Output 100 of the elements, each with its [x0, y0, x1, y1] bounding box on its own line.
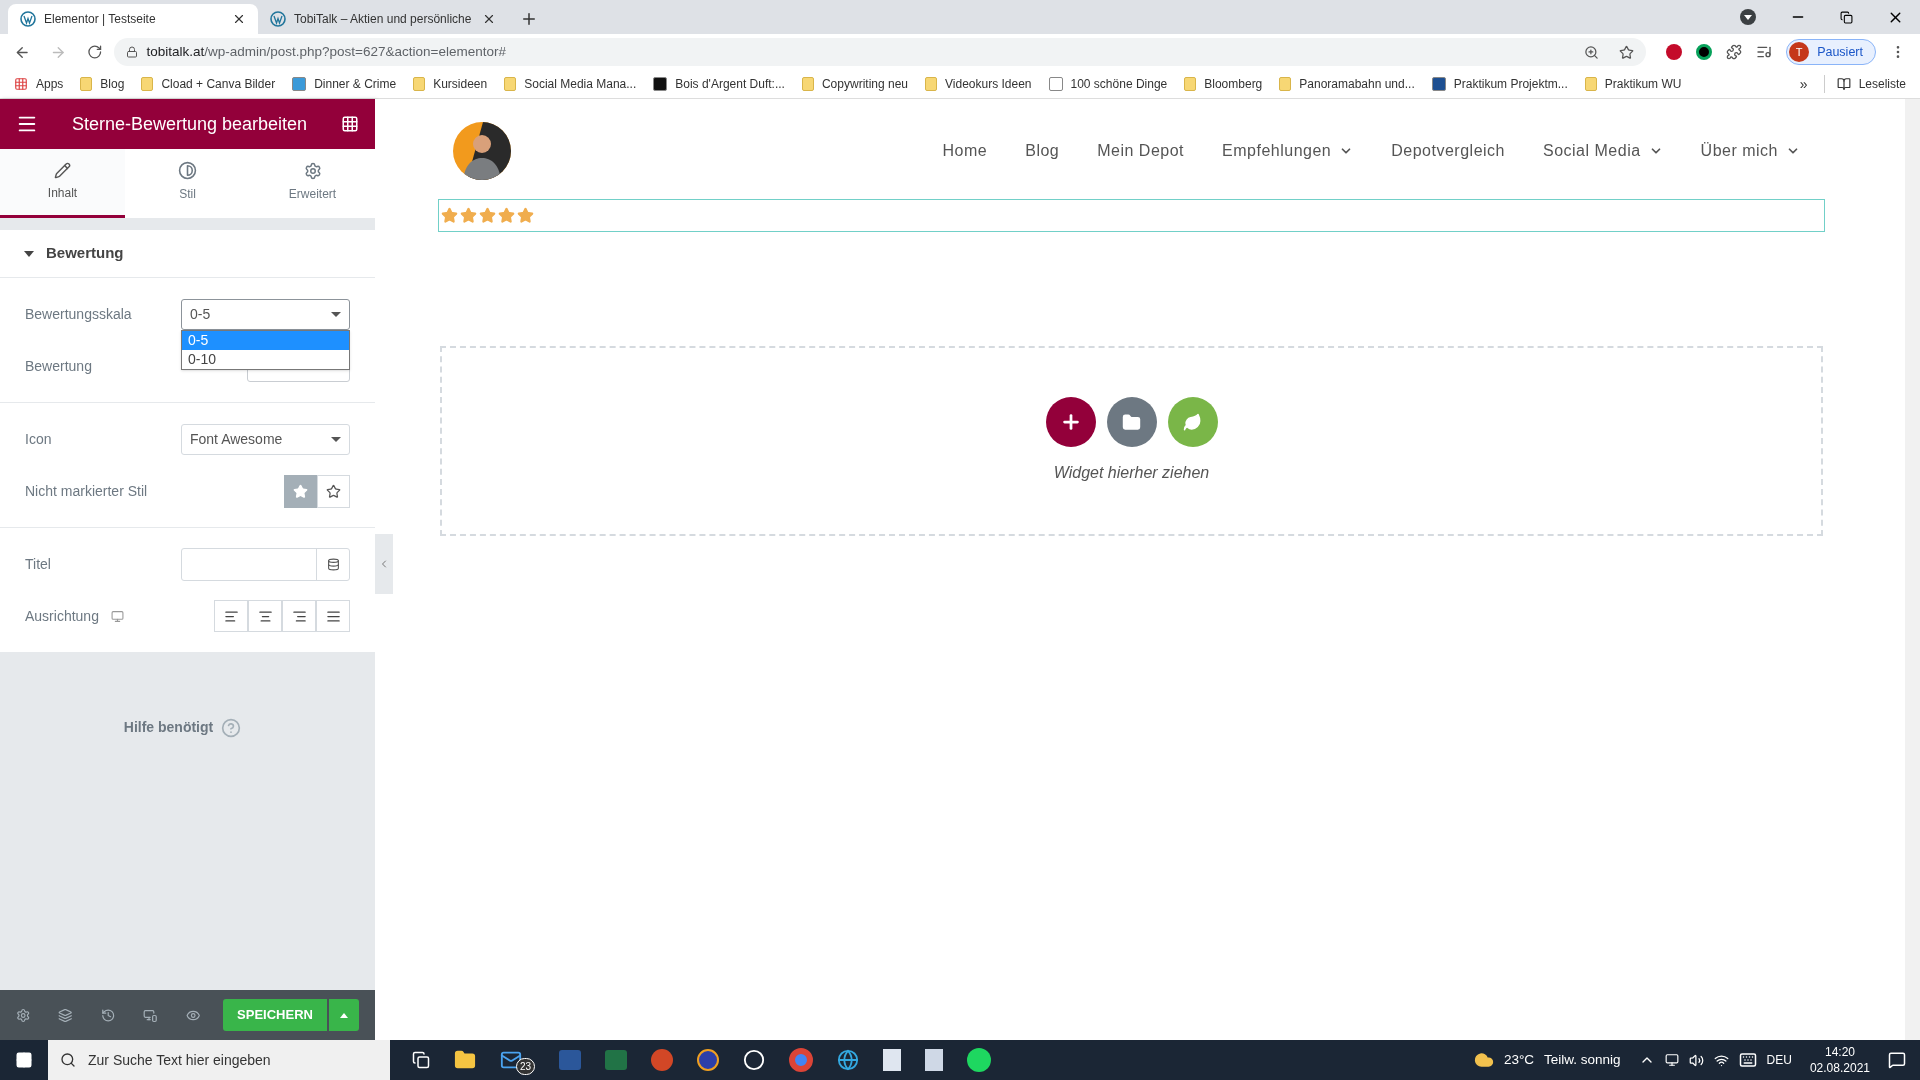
browser-tab[interactable]: Elementor | Testseite: [8, 4, 258, 34]
media-icon[interactable]: [1756, 44, 1773, 60]
profile-button[interactable]: T Pausiert: [1786, 39, 1876, 65]
clock-date: 02.08.2021: [1809, 1060, 1870, 1076]
folder-icon: [80, 77, 93, 91]
add-section-button[interactable]: [1045, 397, 1096, 447]
bookmark-item[interactable]: Cload + Canva Bilder: [141, 75, 276, 93]
bookmark-item[interactable]: Videokurs Ideen: [925, 75, 1032, 93]
language-indicator[interactable]: DEU: [1766, 1051, 1792, 1069]
close-tab-icon[interactable]: [232, 12, 246, 26]
reading-list-link[interactable]: Leseliste: [1858, 75, 1906, 93]
nav-link[interactable]: Social Media: [1543, 138, 1663, 163]
browser-tab[interactable]: TobiTalk – Aktien und persönliche: [258, 4, 508, 34]
folder-icon: [925, 77, 937, 91]
settings-icon[interactable]: [16, 1007, 31, 1023]
save-options-button[interactable]: [328, 999, 359, 1031]
nav-link[interactable]: Mein Depot: [1097, 138, 1185, 163]
bookmark-item[interactable]: Copywriting neu: [801, 75, 908, 93]
star-icon: [517, 207, 534, 224]
dynamic-tags-icon[interactable]: [326, 557, 340, 571]
avatar-initial: T: [1789, 42, 1810, 62]
bookmark-item[interactable]: Blog: [80, 75, 125, 93]
wordpress-icon: [20, 11, 36, 27]
panel-tab[interactable]: Erweitert: [250, 149, 375, 218]
reload-icon[interactable]: [86, 44, 103, 60]
more-bookmarks-icon[interactable]: »: [1799, 73, 1808, 95]
caret-icon: [24, 250, 34, 257]
wifi-icon[interactable]: [1713, 1052, 1729, 1068]
select-field[interactable]: Font Awesome: [181, 423, 350, 455]
bookmark-item[interactable]: Praktikum WU: [1584, 75, 1682, 93]
settings-icon: [303, 161, 322, 180]
drop-hint: Widget hierher ziehen: [1053, 463, 1210, 483]
control-label: Nicht markierter Stil: [25, 481, 148, 501]
keyboard-icon[interactable]: [1738, 1051, 1757, 1069]
close-tab-icon[interactable]: [482, 12, 496, 26]
bookmark-item[interactable]: Kursideen: [413, 75, 488, 93]
star-icon: [498, 207, 515, 224]
bookmark-star-icon[interactable]: [1619, 44, 1635, 60]
folder-icon: [801, 77, 814, 91]
nav-link[interactable]: Depotvergleich: [1391, 138, 1505, 163]
bookmark-item[interactable]: 100 schöne Dinge: [1048, 75, 1168, 93]
volume-icon[interactable]: [1688, 1052, 1704, 1068]
address-field[interactable]: tobitalk.at/wp-admin/post.php?post=627&action=elementor#: [114, 38, 1647, 66]
nav-link[interactable]: Über mich: [1700, 138, 1800, 163]
title-field[interactable]: [181, 547, 350, 581]
solid-star-button[interactable]: [284, 474, 317, 508]
outline-star-button[interactable]: [317, 474, 350, 508]
responsive-icon[interactable]: [143, 1007, 158, 1023]
apps-grid-icon[interactable]: [341, 115, 359, 133]
bookmark-item[interactable]: Bloomberg: [1184, 75, 1263, 93]
search-icon: [60, 1052, 76, 1068]
mail-app-icon[interactable]: [500, 1049, 522, 1071]
align-center-icon: [257, 608, 273, 624]
collapse-panel-handle[interactable]: [375, 534, 393, 594]
nav-link[interactable]: Blog: [1025, 138, 1060, 163]
layers-icon[interactable]: [58, 1007, 73, 1023]
bookmark-item[interactable]: Praktikum Projektm...: [1431, 75, 1568, 93]
panel-tab[interactable]: Inhalt: [0, 149, 125, 218]
bookmark-item[interactable]: Apps: [14, 75, 64, 93]
control-label: Ausrichtung: [25, 606, 99, 626]
control-label: Titel: [25, 554, 51, 574]
alignment-button[interactable]: [248, 600, 282, 632]
taskbar-search-field[interactable]: Zur Suche Text hier eingeben: [48, 1040, 390, 1080]
alignment-button[interactable]: [316, 600, 350, 632]
caret-icon: [331, 311, 341, 317]
history-icon[interactable]: [100, 1007, 116, 1023]
align-justify-icon: [325, 608, 341, 624]
file-explorer-icon[interactable]: [454, 1049, 476, 1071]
star-icon: [479, 207, 496, 224]
bookmark-item[interactable]: Bois d'Argent Duft:...: [653, 75, 785, 93]
select-field[interactable]: 0-5: [181, 298, 350, 330]
task-view-icon[interactable]: [412, 1051, 430, 1069]
tab-search-icon[interactable]: [1740, 9, 1756, 25]
apps-icon: [14, 77, 28, 91]
restore-icon[interactable]: [1840, 10, 1853, 24]
template-button[interactable]: [1106, 397, 1157, 447]
monitor-icon[interactable]: [110, 609, 124, 623]
bookmark-item[interactable]: Social Media Mana...: [504, 75, 637, 93]
folder-icon: [1122, 412, 1141, 432]
reading-list-icon: [1836, 77, 1851, 91]
panel-tab[interactable]: Stil: [125, 149, 250, 218]
alignment-button[interactable]: [214, 600, 248, 632]
clock-time: 14:20: [1824, 1044, 1855, 1060]
control-label: Icon: [25, 429, 52, 449]
bookmark-item[interactable]: Panoramabahn und...: [1279, 75, 1415, 93]
weather-icon: [1473, 1050, 1494, 1070]
new-tab-icon[interactable]: [520, 10, 538, 28]
bookmark-item[interactable]: Dinner & Crime: [292, 75, 397, 93]
notifications-icon[interactable]: [1888, 1051, 1906, 1069]
nav-link[interactable]: Empfehlungen: [1222, 138, 1354, 163]
zoom-icon[interactable]: [1584, 44, 1600, 60]
folder-icon: [1584, 77, 1597, 91]
star-icon: [441, 207, 458, 224]
help-link[interactable]: Hilfe benötigt: [123, 717, 214, 738]
dropdown-option[interactable]: 0-10: [182, 349, 349, 369]
folder-icon: [504, 77, 517, 91]
extensions-icon[interactable]: [1726, 44, 1743, 60]
alignment-button[interactable]: [282, 600, 316, 632]
star-icon: [293, 483, 308, 499]
nav-link[interactable]: Home: [942, 138, 988, 163]
